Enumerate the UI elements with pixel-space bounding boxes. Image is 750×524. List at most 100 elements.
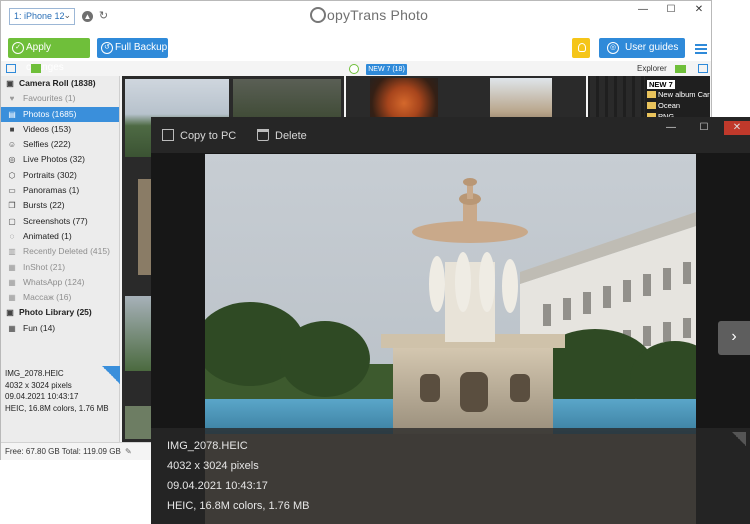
backup-icon: ↺	[101, 42, 113, 54]
sidebar-item[interactable]: ■ Videos (153)	[1, 122, 119, 137]
sidebar-item-label: Videos (153)	[23, 123, 72, 134]
explorer-folder[interactable]: NEW 7	[647, 80, 675, 89]
app-logo-text: opyTrans Photo	[327, 7, 429, 23]
globe-icon: ◎	[607, 42, 619, 54]
sidebar-item-label: Panoramas (1)	[23, 185, 80, 196]
info-dimensions: 4032 x 3024 pixels	[167, 460, 259, 472]
sidebar-item-label: Маccaж (16)	[23, 292, 72, 303]
apply-changes-button[interactable]: ✓ Apply changes	[8, 38, 90, 73]
camera-icon: ▣	[6, 79, 14, 88]
viewer-toolbar: Copy to PC Delete — ☐ ✕	[151, 117, 750, 153]
collapse-icon[interactable]	[6, 64, 16, 73]
video-icon: ■	[9, 124, 15, 134]
camera-icon: ▣	[6, 308, 14, 318]
refresh-icon[interactable]: ↻	[98, 11, 109, 22]
delete-label: Delete	[275, 130, 307, 142]
album-icon: ▦	[8, 262, 16, 272]
photo-thumbnail[interactable]	[125, 296, 153, 371]
sidebar-item-label: Bursts (22)	[23, 200, 65, 211]
selected-file-info: IMG_2078.HEIC 4032 x 3024 pixels 09.04.2…	[5, 368, 109, 414]
sidebar-item-label: Photos (1685)	[23, 108, 77, 119]
sidebar-item[interactable]: ♥ Favourites (1)	[1, 91, 119, 106]
sidebar-item-label: Selfies (222)	[23, 139, 71, 150]
explorer-folder[interactable]: New album Car	[647, 90, 710, 99]
delete-button[interactable]: Delete	[257, 129, 307, 142]
folder-icon[interactable]	[675, 65, 686, 73]
sidebar-item[interactable]: ◌ Animated (1)	[1, 229, 119, 244]
sidebar-item[interactable]: ◎ Live Photos (32)	[1, 152, 119, 167]
sidebar-item[interactable]: ▤ Photos (1685)	[1, 106, 119, 122]
close-button[interactable]: ✕	[684, 1, 714, 19]
sidebar-item[interactable]: ☺ Selfies (222)	[1, 137, 119, 152]
explorer-folder-label: Ocean	[658, 101, 681, 110]
full-backup-label: Full Backup	[115, 42, 168, 53]
info-format: HEIC, 16.8M colors, 1.76 MB	[167, 500, 310, 512]
viewer-maximize-button[interactable]: ☐	[690, 121, 718, 135]
app-logo: opyTrans Photo	[310, 7, 428, 23]
screenshot-icon: ▢	[8, 216, 16, 226]
sidebar-item[interactable]: ▦ Fun (14)	[1, 321, 119, 336]
sidebar-item[interactable]: ▦ WhatsApp (124)	[1, 275, 119, 290]
explorer-folder[interactable]: Ocean	[647, 101, 680, 110]
folder-icon	[647, 102, 656, 109]
sidebar-item[interactable]: ▭ Panoramas (1)	[1, 183, 119, 198]
add-album-icon[interactable]	[31, 64, 41, 73]
portrait-icon: ⬡	[8, 170, 16, 180]
sidebar-item[interactable]: ▣ Camera Roll (1838)	[1, 76, 119, 91]
sidebar-item-label: Camera Roll (1838)	[19, 78, 96, 88]
sidebar-item[interactable]: ⬡ Portraits (302)	[1, 168, 119, 183]
sidebar-item-label: Portraits (302)	[23, 169, 77, 180]
sidebar-item[interactable]: ▥ Recently Deleted (415)	[1, 244, 119, 259]
collapse-right-icon[interactable]	[698, 64, 708, 73]
album-icon: ▦	[8, 323, 16, 333]
viewer-close-button[interactable]: ✕	[724, 121, 750, 135]
sidebar-item[interactable]: ▣ Photo Library (25)	[1, 305, 119, 320]
sidebar-item-label: Animated (1)	[23, 230, 72, 241]
sidebar-item[interactable]: ▦ InShot (21)	[1, 260, 119, 275]
settings-icon[interactable]: ✎	[125, 443, 132, 460]
viewer-pin-icon[interactable]	[732, 432, 746, 446]
storage-status: Free: 67.80 GB Total: 119.09 GB	[5, 447, 121, 456]
photo-info-panel: IMG_2078.HEIC 4032 x 3024 pixels 09.04.2…	[151, 428, 750, 524]
logo-mark-icon	[310, 7, 326, 23]
sidebar-item-label: Live Photos (32)	[23, 154, 85, 165]
maximize-button[interactable]: ☐	[656, 1, 686, 19]
next-photo-button[interactable]: ›	[718, 321, 750, 355]
file-name: IMG_2078.HEIC	[5, 369, 64, 378]
full-backup-button[interactable]: ↺ Full Backup	[97, 38, 168, 58]
explorer-label: Explorer	[637, 64, 667, 73]
copy-to-pc-button[interactable]: Copy to PC	[162, 129, 236, 142]
add-icon[interactable]	[349, 64, 359, 74]
pin-icon[interactable]	[102, 366, 120, 384]
viewer-minimize-button[interactable]: —	[657, 121, 685, 135]
file-format: HEIC, 16.8M colors, 1.76 MB	[5, 403, 109, 413]
device-selector[interactable]: 1: iPhone 12 ⌄	[9, 8, 75, 25]
album-icon: ▦	[8, 277, 16, 287]
info-file-name: IMG_2078.HEIC	[167, 440, 248, 452]
device-selector-value: 1: iPhone 12	[14, 11, 65, 21]
selfie-icon: ☺	[7, 140, 17, 150]
device-album-badge[interactable]: NEW 7 (18)	[366, 64, 407, 75]
minimize-button[interactable]: —	[628, 1, 658, 19]
lightbulb-button[interactable]	[572, 38, 590, 58]
sidebar-item[interactable]: ❐ Bursts (22)	[1, 198, 119, 213]
sidebar-item-label: Recently Deleted (415)	[23, 246, 110, 257]
sidebar-item-label: Fun (14)	[23, 322, 56, 333]
photo-viewer-window: Copy to PC Delete — ☐ ✕ › IMG_2078.HEIC …	[151, 117, 750, 524]
explorer-folder-label: New album Car	[658, 90, 710, 99]
eject-icon[interactable]: ▲	[82, 11, 93, 22]
menu-icon[interactable]	[695, 44, 707, 54]
sidebar-item-label: Favourites (1)	[23, 93, 76, 104]
trash-icon: ▥	[8, 247, 16, 257]
sidebar-item[interactable]: ▦ Маccaж (16)	[1, 290, 119, 305]
copy-to-pc-label: Copy to PC	[180, 130, 237, 142]
chevron-down-icon: ⌄	[63, 10, 71, 20]
photo-thumbnail[interactable]	[125, 406, 153, 439]
sidebar-item[interactable]: ▢ Screenshots (77)	[1, 214, 119, 229]
animated-icon: ◌	[9, 231, 15, 241]
user-guides-button[interactable]: ◎ User guides	[599, 38, 685, 58]
burst-icon: ❐	[8, 201, 16, 211]
sidebar-item-label: InShot (21)	[23, 261, 66, 272]
heart-icon: ♥	[9, 94, 15, 104]
main-toolbar: ✓ Apply changes ↺ Full Backup ◎ User gui…	[1, 33, 711, 73]
